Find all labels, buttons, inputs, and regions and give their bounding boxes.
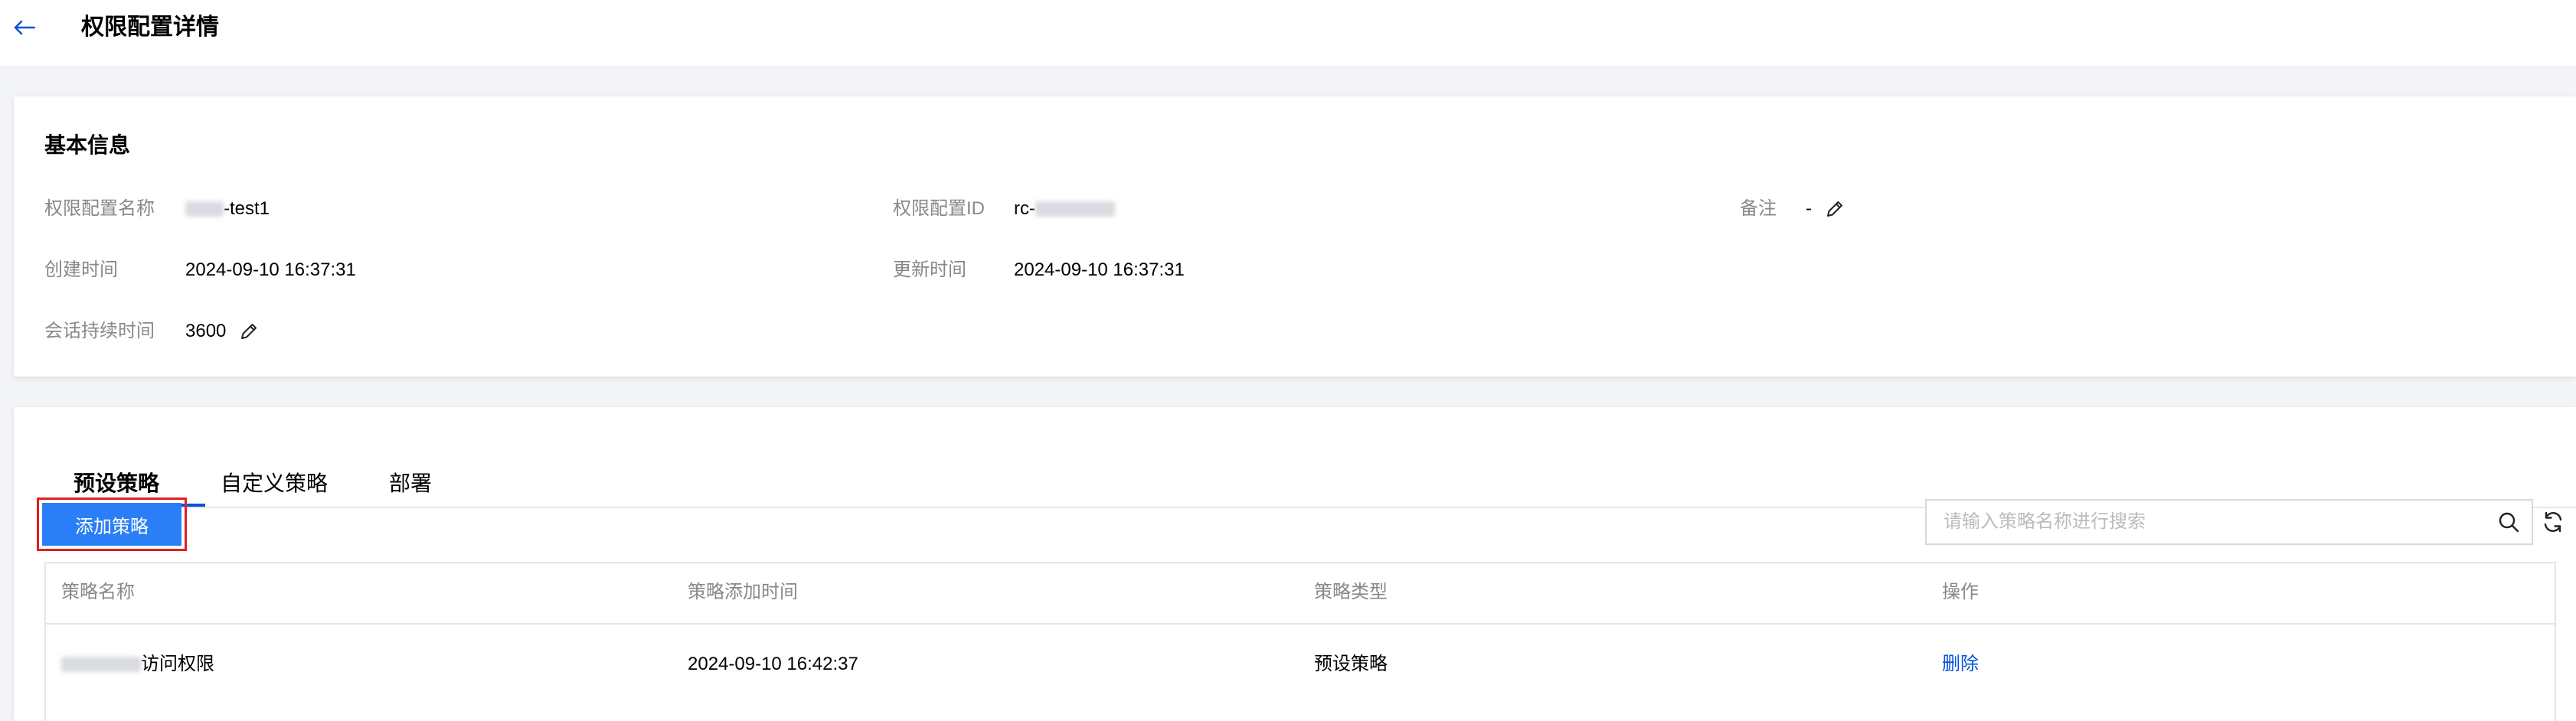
- page-header: 权限配置详情: [0, 0, 2576, 66]
- tab-custom-policy[interactable]: 自定义策略: [221, 468, 328, 499]
- config-id-value: rc-: [1014, 196, 1115, 222]
- column-header-added-time: 策略添加时间: [688, 582, 798, 602]
- policy-name-text: 访问权限: [141, 654, 214, 674]
- redacted-text: [61, 657, 141, 672]
- config-name-value: -test1: [185, 196, 270, 222]
- config-id-label: 权限配置ID: [893, 198, 985, 219]
- column-header-policy-name: 策略名称: [61, 582, 135, 602]
- remark-value: -: [1806, 196, 1847, 222]
- config-name-label: 权限配置名称: [44, 198, 155, 219]
- redacted-text: [185, 201, 224, 217]
- edit-duration-pencil-icon[interactable]: [237, 319, 261, 344]
- add-policy-button[interactable]: 添加策略: [42, 503, 181, 546]
- tab-deploy[interactable]: 部署: [389, 468, 432, 499]
- session-duration-value: 3600: [185, 318, 261, 344]
- column-header-actions: 操作: [1942, 582, 1979, 602]
- policy-card: 预设策略 自定义策略 部署 添加策略 策略名称 策略添加时间 策略类型 操作: [14, 407, 2576, 721]
- policy-name-cell: 访问权限: [61, 651, 214, 678]
- basic-info-card: 基本信息 权限配置名称 -test1 权限配置ID rc- 备注 - 创建时间 …: [14, 96, 2576, 377]
- add-policy-highlight: 添加策略: [37, 498, 187, 551]
- table-row: 访问权限 2024-09-10 16:42:37 预设策略 删除: [46, 626, 2555, 703]
- back-arrow-icon[interactable]: [11, 14, 38, 41]
- refresh-icon[interactable]: [2538, 507, 2568, 537]
- redacted-text: [1035, 201, 1115, 217]
- created-time-value: 2024-09-10 16:37:31: [185, 259, 356, 280]
- policy-type-cell: 预设策略: [1314, 654, 1388, 674]
- policy-added-time-cell: 2024-09-10 16:42:37: [688, 654, 858, 674]
- session-duration-text: 3600: [185, 321, 227, 341]
- edit-remark-pencil-icon[interactable]: [1822, 197, 1847, 221]
- config-name-suffix: -test1: [224, 198, 270, 219]
- delete-policy-link[interactable]: 删除: [1942, 651, 1979, 678]
- tab-preset-policy[interactable]: 预设策略: [74, 468, 159, 499]
- column-header-policy-type: 策略类型: [1314, 582, 1388, 602]
- basic-info-title: 基本信息: [44, 133, 131, 157]
- search-icon[interactable]: [2486, 501, 2532, 543]
- policy-table: 策略名称 策略添加时间 策略类型 操作 访问权限 2024-09-10 16:4…: [44, 562, 2556, 721]
- remark-label: 备注: [1740, 198, 1777, 219]
- session-duration-label: 会话持续时间: [44, 321, 155, 341]
- policy-tabs: 预设策略 自定义策略 部署: [44, 441, 2576, 508]
- remark-text: -: [1806, 198, 1812, 219]
- config-id-prefix: rc-: [1014, 198, 1035, 219]
- table-header: 策略名称 策略添加时间 策略类型 操作: [46, 563, 2555, 625]
- updated-time-value: 2024-09-10 16:37:31: [1014, 259, 1185, 280]
- policy-search-input[interactable]: [1927, 501, 2486, 543]
- updated-time-label: 更新时间: [893, 259, 966, 280]
- policy-search-box: [1925, 499, 2533, 545]
- created-time-label: 创建时间: [44, 259, 118, 280]
- page-title: 权限配置详情: [81, 15, 219, 40]
